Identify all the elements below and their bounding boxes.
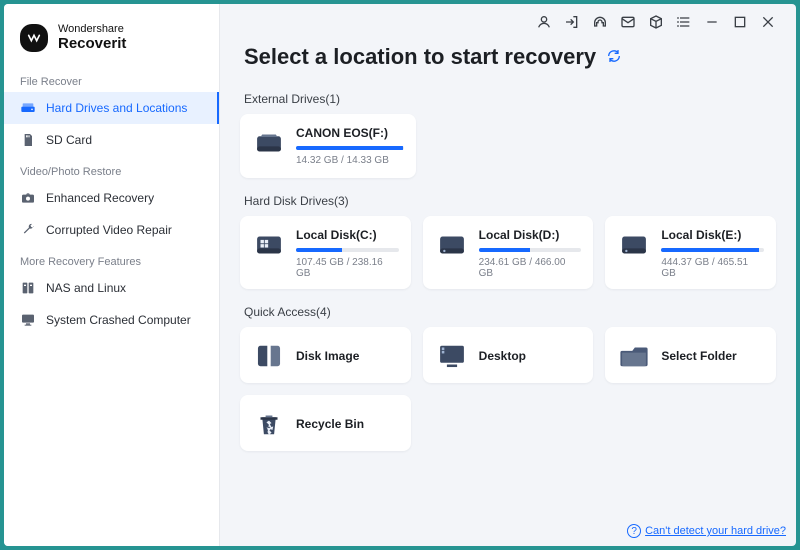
help-link[interactable]: Can't detect your hard drive? [645,525,786,537]
wrench-icon [20,222,36,238]
quick-card-recycle-bin[interactable]: Recycle Bin [240,395,411,451]
sidebar-item-label: Enhanced Recovery [46,191,154,205]
drive-capacity: 107.45 GB / 238.16 GB [296,257,399,279]
section-heading-external: External Drives(1) [240,86,776,114]
sidebar-item-system-crashed[interactable]: System Crashed Computer [4,304,219,336]
drive-name: CANON EOS(F:) [296,126,404,140]
drive-card-external-f[interactable]: CANON EOS(F:) 14.32 GB / 14.33 GB [240,114,416,178]
drive-icon [20,100,36,116]
quick-card-disk-image[interactable]: Disk Image [240,327,411,383]
drive-name: Local Disk(D:) [479,228,582,242]
drive-card-e[interactable]: Local Disk(E:) 444.37 GB / 465.51 GB [605,216,776,289]
camera-icon [20,190,36,206]
sidebar-item-label: Corrupted Video Repair [46,223,172,237]
user-icon[interactable] [536,14,552,30]
drive-capacity: 14.32 GB / 14.33 GB [296,155,404,166]
quick-card-select-folder[interactable]: Select Folder [605,327,776,383]
product-name: Recoverit [58,36,126,52]
recycle-icon [252,407,286,441]
help-link-row: ? Can't detect your hard drive? [627,524,786,538]
close-icon[interactable] [760,14,776,30]
sidebar-item-hard-drives[interactable]: Hard Drives and Locations [4,92,219,124]
sidebar-item-label: SD Card [46,133,92,147]
drive-capacity: 444.37 GB / 465.51 GB [661,257,764,279]
drive-card-d[interactable]: Local Disk(D:) 234.61 GB / 466.00 GB [423,216,594,289]
maximize-icon[interactable] [732,14,748,30]
mail-icon[interactable] [620,14,636,30]
disk-image-icon [252,339,286,373]
sidebar-item-enhanced-recovery[interactable]: Enhanced Recovery [4,182,219,214]
section-heading-quick: Quick Access(4) [240,299,776,327]
hdd-icon [435,228,469,262]
drive-card-c[interactable]: Local Disk(C:) 107.45 GB / 238.16 GB [240,216,411,289]
sdcard-icon [20,132,36,148]
refresh-icon[interactable] [606,48,624,66]
page-title: Select a location to start recovery [244,44,596,70]
monitor-icon [20,312,36,328]
app-logo: Wondershare Recoverit [4,18,219,66]
minimize-icon[interactable] [704,14,720,30]
folder-icon [617,339,651,373]
sidebar: Wondershare Recoverit File Recover Hard … [4,4,220,546]
usage-bar [296,146,404,150]
menu-icon[interactable] [676,14,692,30]
nas-icon [20,280,36,296]
sidebar-heading-file-recover: File Recover [4,66,219,92]
sidebar-heading-more-features: More Recovery Features [4,246,219,272]
sidebar-item-label: NAS and Linux [46,281,126,295]
section-heading-hdd: Hard Disk Drives(3) [240,188,776,216]
drive-capacity: 234.61 GB / 466.00 GB [479,257,582,279]
sidebar-heading-video-photo: Video/Photo Restore [4,156,219,182]
drive-name: Local Disk(E:) [661,228,764,242]
headset-icon[interactable] [592,14,608,30]
desktop-icon [435,339,469,373]
usage-bar [661,248,764,252]
usage-bar [296,248,399,252]
hdd-icon [617,228,651,262]
quick-label: Disk Image [296,349,359,363]
main-content: Select a location to start recovery Exte… [220,4,796,546]
sidebar-item-label: Hard Drives and Locations [46,101,187,115]
quick-label: Select Folder [661,349,736,363]
quick-card-desktop[interactable]: Desktop [423,327,594,383]
external-drive-icon [252,126,286,160]
help-icon: ? [627,524,641,538]
login-icon[interactable] [564,14,580,30]
titlebar [240,4,776,40]
sidebar-item-nas-linux[interactable]: NAS and Linux [4,272,219,304]
sidebar-item-label: System Crashed Computer [46,313,191,327]
sidebar-item-corrupted-video[interactable]: Corrupted Video Repair [4,214,219,246]
app-window: Wondershare Recoverit File Recover Hard … [4,4,796,546]
quick-label: Recycle Bin [296,417,364,431]
logo-icon [20,24,48,52]
quick-label: Desktop [479,349,526,363]
cube-icon[interactable] [648,14,664,30]
drive-name: Local Disk(C:) [296,228,399,242]
sidebar-item-sd-card[interactable]: SD Card [4,124,219,156]
hdd-icon [252,228,286,262]
usage-bar [479,248,582,252]
